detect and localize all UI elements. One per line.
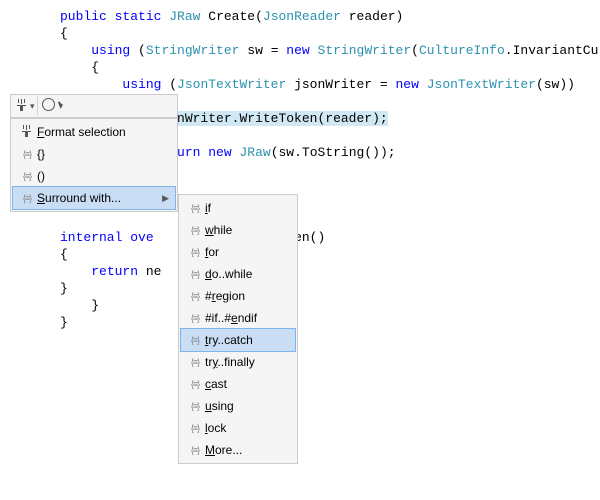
menu-item-label: More... [205,443,289,457]
template-icon: {≡} [191,423,199,433]
brush-icon [22,125,32,140]
menu-item-label: try..finally [205,355,289,369]
surround-try-finally[interactable]: {≡} try..finally [181,351,295,373]
surround-with-submenu: {≡} if {≡} while {≡} for {≡} do..while {≡} #regio… [178,194,298,464]
template-icon: {≡} [191,335,199,345]
menu-item-label: cast [205,377,289,391]
surround-using[interactable]: {≡} using [181,395,295,417]
surround-for[interactable]: {≡} for [181,241,295,263]
menu-item-label: #region [205,289,289,303]
menu-item-label: Surround with... [37,191,162,205]
template-icon: {≡} [191,357,199,367]
template-icon: {≡} [23,149,31,159]
surround-try-catch[interactable]: {≡} try..catch [181,329,295,351]
format-selection[interactable]: Format selection [13,121,175,143]
context-toolbar: ▾ ▾ [10,94,178,118]
template-icon: {≡} [191,225,199,235]
menu-item-label: #if..#endif [205,311,289,325]
menu-item-label: lock [205,421,289,435]
surround-do-while[interactable]: {≡} do..while [181,263,295,285]
separator [37,97,38,115]
surround-more[interactable]: {≡} More... [181,439,295,461]
template-icon: {≡} [191,313,199,323]
surround-with[interactable]: {≡} Surround with...▶ [13,187,175,209]
wrench-icon [42,98,60,114]
template-icon: {≡} [23,171,31,181]
menu-item-label: try..catch [205,333,289,347]
surround-lock[interactable]: {≡} lock [181,417,295,439]
menu-item-label: if [205,201,289,215]
menu-item-label: () [37,169,169,183]
template-icon: {≡} [191,247,199,257]
template-icon: {≡} [191,445,199,455]
template-icon: {≡} [191,203,199,213]
surround-while[interactable]: {≡} while [181,219,295,241]
surround-if[interactable]: {≡} if [181,197,295,219]
menu-item-label: for [205,245,289,259]
brush-icon [17,99,27,114]
surround-region[interactable]: {≡} #region [181,285,295,307]
insert-braces[interactable]: {≡} {} [13,143,175,165]
menu-item-label: while [205,223,289,237]
template-icon: {≡} [191,401,199,411]
menu-item-label: do..while [205,267,289,281]
dropdown-arrow-icon[interactable]: ▾ [30,101,35,112]
template-icon: {≡} [191,269,199,279]
menu-item-label: {} [37,147,169,161]
submenu-arrow-icon: ▶ [162,193,169,204]
template-icon: {≡} [23,193,31,203]
context-menu: Format selection {≡} {} {≡} () {≡} Surround wi… [10,118,178,212]
template-icon: {≡} [191,291,199,301]
insert-parens[interactable]: {≡} () [13,165,175,187]
menu-item-label: using [205,399,289,413]
surround-if-endif[interactable]: {≡} #if..#endif [181,307,295,329]
template-icon: {≡} [191,379,199,389]
surround-cast[interactable]: {≡} cast [181,373,295,395]
menu-item-label: Format selection [37,125,169,139]
